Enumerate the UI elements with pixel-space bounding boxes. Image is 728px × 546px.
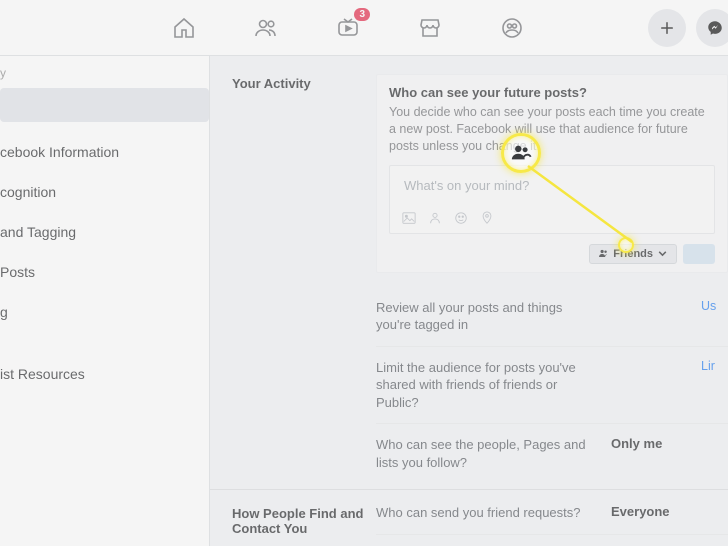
friends-icon-annotation	[510, 142, 532, 164]
setting-row[interactable]: Who can see the people, Pages and lists …	[376, 424, 728, 483]
composer-placeholder: What's on your mind?	[390, 166, 714, 205]
setting-row[interactable]: Limit the audience for posts you've shar…	[376, 347, 728, 425]
future-posts-card: Who can see your future posts? You decid…	[376, 74, 728, 273]
sidebar-item[interactable]: cognition	[0, 172, 209, 212]
friends-icon[interactable]	[252, 14, 280, 42]
section-your-activity: Your Activity	[232, 74, 376, 91]
section-divider	[210, 489, 728, 490]
marketplace-icon[interactable]	[416, 14, 444, 42]
top-nav: 3	[0, 0, 728, 56]
sidebar-item[interactable]: ist Resources	[0, 354, 209, 394]
top-nav-actions	[648, 9, 728, 47]
sidebar-item[interactable]: and Tagging	[0, 212, 209, 252]
watch-badge: 3	[354, 8, 370, 21]
top-nav-tabs: 3	[0, 14, 648, 42]
settings-sidebar: y cebook Information cognition and Taggi…	[0, 56, 210, 546]
groups-icon[interactable]	[498, 14, 526, 42]
setting-text: Limit the audience for posts you've shar…	[376, 359, 611, 412]
setting-row[interactable]: Review all your posts and things you're …	[376, 287, 728, 347]
feeling-icon	[454, 211, 468, 225]
sidebar-item[interactable]: y	[0, 56, 209, 88]
setting-value: Only me	[611, 436, 701, 471]
sidebar-item[interactable]: g	[0, 292, 209, 332]
watch-icon[interactable]: 3	[334, 14, 362, 42]
setting-value	[611, 359, 701, 412]
setting-action[interactable]: Lir	[701, 359, 715, 412]
setting-value: Everyone	[611, 504, 701, 522]
privacy-settings-content: Your Activity Who can see your future po…	[210, 56, 728, 546]
home-icon[interactable]	[170, 14, 198, 42]
sidebar-item[interactable]: Posts	[0, 252, 209, 292]
location-icon	[480, 211, 494, 225]
audience-label: Friends	[613, 248, 653, 260]
card-desc: You decide who can see your posts each t…	[389, 104, 715, 155]
sidebar-item-selected[interactable]	[0, 88, 209, 122]
setting-text: Review all your posts and things you're …	[376, 299, 611, 334]
card-title: Who can see your future posts?	[389, 85, 715, 100]
setting-text: Who can send you friend requests?	[376, 504, 611, 522]
composer-preview: What's on your mind?	[389, 165, 715, 234]
setting-value	[611, 299, 701, 334]
chevron-down-icon	[657, 248, 668, 259]
create-button[interactable]	[648, 9, 686, 47]
setting-action[interactable]: Us	[701, 299, 716, 334]
audience-selector[interactable]: Friends	[589, 244, 677, 264]
messenger-button[interactable]	[696, 9, 728, 47]
setting-text: Who can see the people, Pages and lists …	[376, 436, 611, 471]
section-find-contact: How People Find and Contact You	[232, 504, 376, 536]
setting-row[interactable]: Who can see your friends list? Only me	[376, 535, 728, 546]
photo-icon	[402, 211, 416, 225]
post-button-stub	[683, 244, 715, 264]
sidebar-item[interactable]: cebook Information	[0, 132, 209, 172]
tag-icon	[428, 211, 442, 225]
setting-row[interactable]: Who can send you friend requests? Everyo…	[376, 504, 728, 535]
